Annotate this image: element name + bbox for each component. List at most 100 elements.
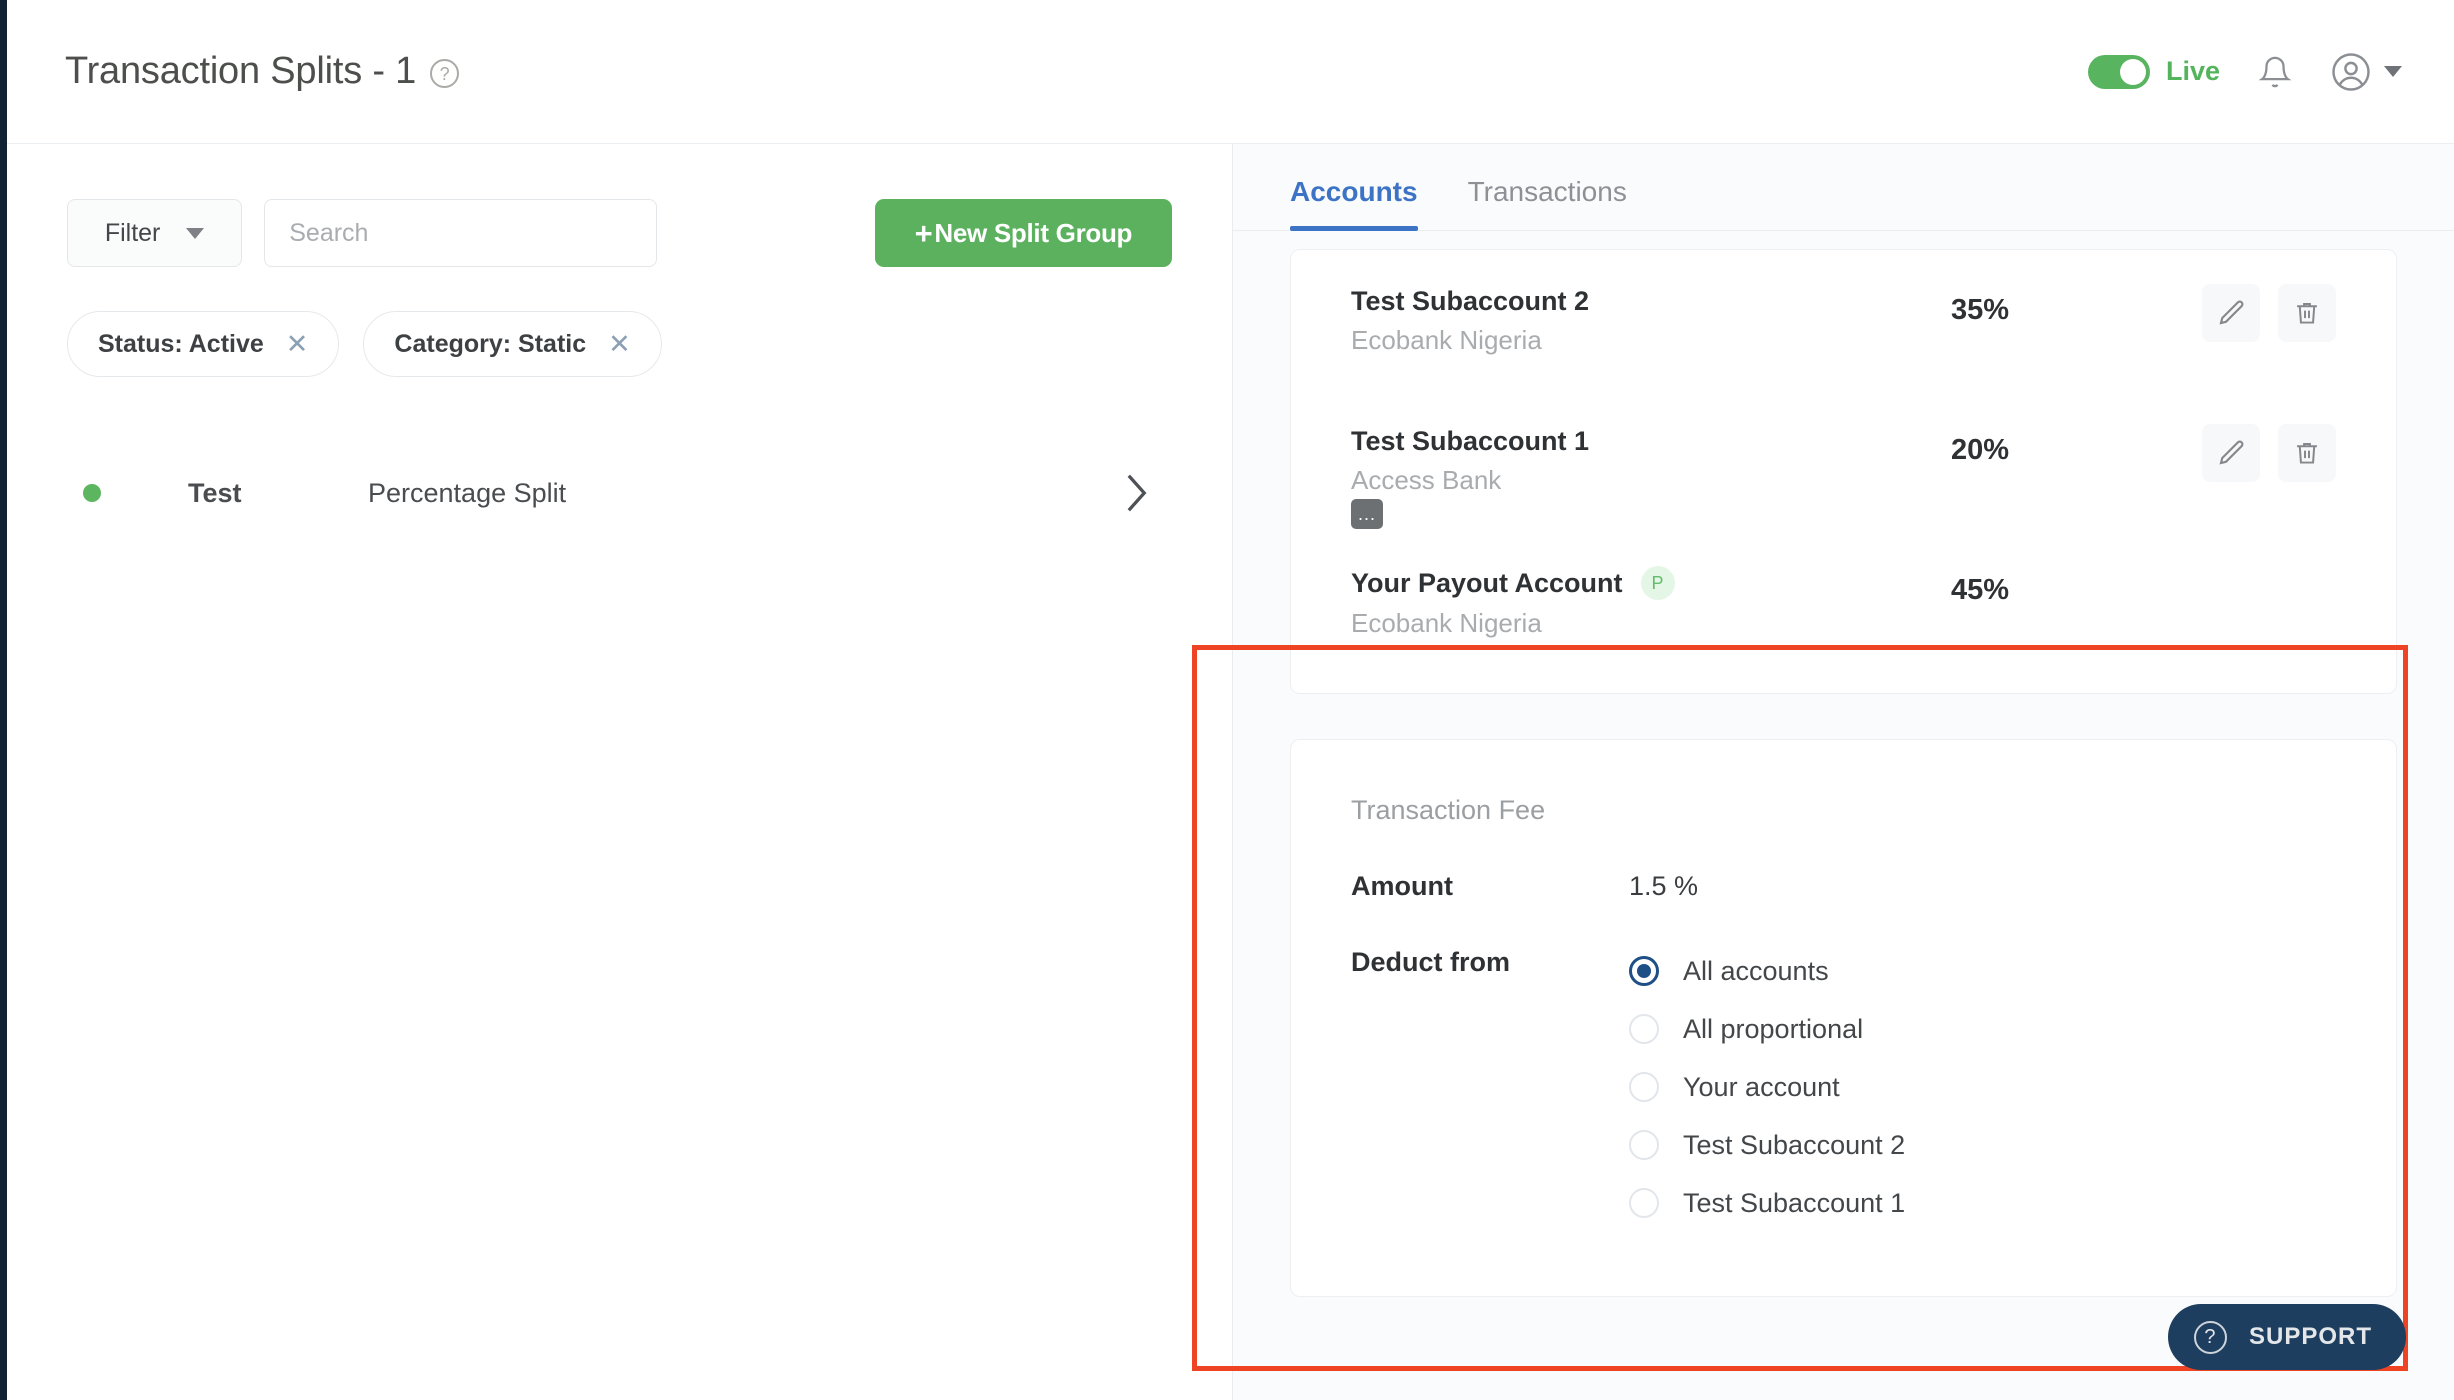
close-icon[interactable]: ✕ [286, 330, 309, 358]
notifications-button[interactable] [2254, 51, 2296, 93]
filter-chip-status[interactable]: Status: Active ✕ [67, 311, 340, 377]
radio-option-your-account[interactable]: Your account [1629, 1063, 1905, 1111]
live-mode-toggle-group[interactable]: Live [2087, 54, 2220, 89]
account-menu[interactable] [2330, 51, 2402, 93]
tab-transactions[interactable]: Transactions [1468, 176, 1627, 230]
account-name: Test Subaccount 1 [1351, 426, 1951, 457]
account-name-text: Test Subaccount 1 [1351, 426, 1590, 456]
radio-option-label: Test Subaccount 1 [1683, 1187, 1906, 1218]
main-content: Filter + New Split Group Status: Active … [7, 144, 2454, 1400]
filter-button[interactable]: Filter [67, 199, 243, 267]
table-row: Test Subaccount 1 Access Bank ... 20% [1291, 412, 2396, 552]
row-actions [2202, 412, 2336, 482]
radio-button[interactable] [1629, 1014, 1659, 1044]
splits-list-pane: Filter + New Split Group Status: Active … [7, 144, 1233, 1400]
status-badge [83, 484, 101, 502]
radio-option-label: Test Subaccount 2 [1683, 1129, 1906, 1160]
radio-button[interactable] [1629, 1130, 1659, 1160]
filter-button-label: Filter [104, 218, 161, 247]
open-split-button[interactable] [1124, 473, 1150, 513]
radio-option-all-accounts[interactable]: All accounts [1629, 947, 1905, 995]
account-name-text: Test Subaccount 2 [1351, 286, 1590, 316]
account-bank: Ecobank Nigeria [1351, 608, 1542, 638]
split-detail-pane: Accounts Transactions Test Subaccount 2 … [1233, 144, 2454, 1400]
live-mode-label: Live [2165, 56, 2220, 86]
radio-option-test-subaccount-2[interactable]: Test Subaccount 2 [1629, 1121, 1905, 1169]
help-icon[interactable]: ? [430, 59, 460, 88]
edit-account-button[interactable] [2202, 284, 2260, 342]
deduct-from-radio-group: All accounts All proportional Your accou… [1629, 947, 1905, 1227]
trash-icon [2297, 443, 2317, 464]
fee-amount-label: Amount [1351, 871, 1453, 901]
page-title: Transaction Splits - 1 [65, 50, 417, 92]
account-info: Test Subaccount 1 Access Bank ... [1351, 412, 1951, 529]
top-header-bar: Transaction Splits - 1 ? Live [7, 0, 2454, 144]
delete-account-button[interactable] [2278, 424, 2336, 482]
close-icon[interactable]: ✕ [608, 330, 631, 358]
transaction-fee-card: Transaction Fee Amount 1.5 % Deduct from… [1290, 739, 2397, 1297]
payout-badge: P [1640, 566, 1675, 600]
account-info: Your Payout Account P Ecobank Nigeria [1351, 552, 1951, 639]
chevron-down-icon[interactable] [2384, 66, 2402, 77]
account-bank: Ecobank Nigeria [1351, 325, 1542, 355]
filter-chip-category-label: Category: Static [394, 329, 587, 358]
detail-tabs: Accounts Transactions [1233, 144, 2454, 231]
fee-amount-value: 1.5 % [1629, 871, 1699, 901]
edit-account-button[interactable] [2202, 424, 2260, 482]
new-split-group-label: New Split Group [934, 217, 1133, 248]
radio-button[interactable] [1629, 1188, 1659, 1218]
account-name: Your Payout Account P [1351, 566, 1951, 600]
delete-account-button[interactable] [2278, 284, 2336, 342]
bell-icon [2258, 56, 2292, 87]
trash-icon [2297, 303, 2317, 324]
row-actions [2202, 272, 2336, 342]
list-item[interactable]: Test Percentage Split [67, 457, 1172, 529]
page-title-group: Transaction Splits - 1 ? [65, 50, 460, 93]
radio-option-test-subaccount-1[interactable]: Test Subaccount 1 [1629, 1179, 1905, 1227]
chevron-right-icon [1127, 474, 1147, 512]
account-info: Test Subaccount 2 Ecobank Nigeria [1351, 272, 1951, 356]
account-percentage: 35% [1951, 294, 2010, 326]
account-percentage: 20% [1951, 434, 2010, 466]
fee-amount-row: Amount 1.5 % [1351, 871, 2336, 902]
chevron-down-icon [186, 227, 205, 239]
support-button[interactable]: ? SUPPORT [2167, 1304, 2406, 1370]
account-name-text: Your Payout Account [1351, 567, 1623, 598]
radio-button[interactable] [1629, 1072, 1659, 1102]
accounts-card: Test Subaccount 2 Ecobank Nigeria 35% Te… [1290, 249, 2397, 694]
search-input[interactable] [264, 199, 657, 267]
header-actions: Live [2087, 51, 2402, 93]
radio-button[interactable] [1629, 956, 1659, 986]
question-circle-icon: ? [2193, 1320, 2227, 1354]
support-button-label: SUPPORT [2248, 1323, 2372, 1350]
transaction-fee-heading: Transaction Fee [1351, 795, 1546, 825]
fee-deduct-row: Deduct from All accounts All proportiona… [1351, 947, 2336, 1227]
tab-accounts[interactable]: Accounts [1290, 176, 1418, 231]
radio-option-all-proportional[interactable]: All proportional [1629, 1005, 1905, 1053]
toggle-knob [2119, 58, 2146, 85]
table-row: Your Payout Account P Ecobank Nigeria 45… [1291, 552, 2396, 692]
account-percentage: 45% [1951, 574, 2010, 606]
filter-chip-category[interactable]: Category: Static ✕ [363, 311, 662, 377]
new-split-group-button[interactable]: + New Split Group [874, 199, 1172, 267]
split-group-name: Test [188, 477, 242, 508]
account-name: Test Subaccount 2 [1351, 286, 1951, 317]
live-mode-toggle[interactable] [2087, 54, 2150, 89]
account-bank: Access Bank ... [1351, 465, 1951, 529]
plus-icon: + [914, 215, 933, 251]
filter-chip-status-label: Status: Active [98, 329, 264, 358]
left-navigation-rail [0, 0, 7, 1400]
active-filter-chips: Status: Active ✕ Category: Static ✕ [67, 311, 1172, 377]
loading-tooltip: ... [1351, 499, 1383, 529]
pencil-icon [2219, 300, 2244, 325]
list-controls: Filter + New Split Group [67, 199, 1172, 267]
account-bank-text: Access Bank [1351, 465, 1502, 495]
user-circle-icon [2332, 52, 2370, 91]
avatar[interactable] [2330, 51, 2372, 93]
radio-option-label: Your account [1683, 1071, 1840, 1102]
radio-option-label: All accounts [1683, 955, 1829, 986]
pencil-icon [2219, 440, 2244, 465]
table-row: Test Subaccount 2 Ecobank Nigeria 35% [1291, 272, 2396, 412]
split-group-type: Percentage Split [368, 477, 567, 508]
fee-deduct-label: Deduct from [1351, 947, 1511, 977]
